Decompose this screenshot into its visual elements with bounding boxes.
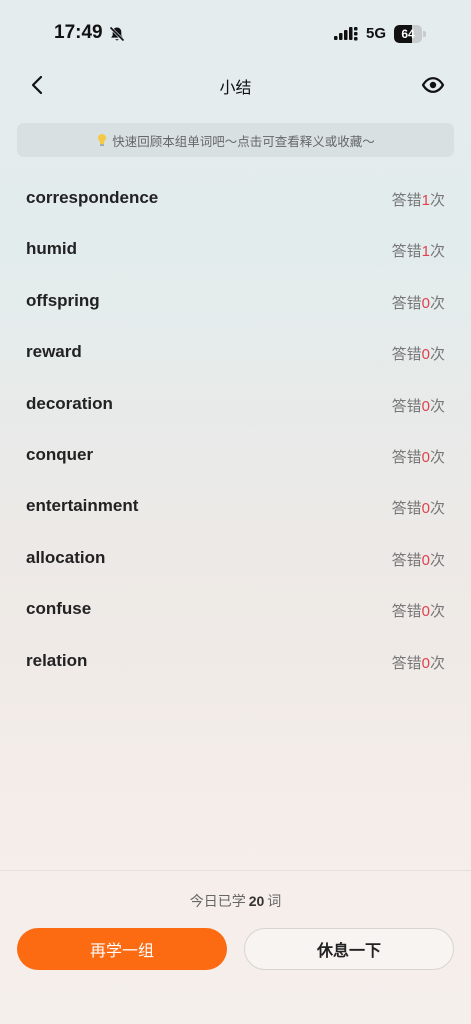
wrong-prefix: 答错 bbox=[391, 447, 422, 466]
wrong-suffix: 次 bbox=[429, 293, 445, 312]
word-text: humid bbox=[26, 239, 77, 259]
word-list: correspondence 答错1次 humid 答错1次 offspring 答错0次… bbox=[0, 174, 471, 688]
wrong-suffix: 次 bbox=[429, 653, 445, 672]
wrong-count: 0 bbox=[421, 603, 430, 621]
wrong-count: 1 bbox=[421, 243, 430, 261]
wrong-count: 0 bbox=[421, 500, 430, 518]
word-text: offspring bbox=[26, 290, 100, 310]
wrong-count-info: 答错0次 bbox=[392, 343, 445, 364]
status-time: 17:49 bbox=[54, 22, 103, 43]
word-row[interactable]: reward 答错0次 bbox=[0, 328, 471, 379]
take-a-break-button[interactable]: 休息一下 bbox=[244, 928, 454, 970]
word-row[interactable]: conquer 答错0次 bbox=[0, 431, 471, 482]
wrong-suffix: 次 bbox=[429, 345, 445, 364]
signal-icon bbox=[334, 27, 358, 41]
word-text: decoration bbox=[26, 393, 113, 413]
battery-level: 64 bbox=[401, 27, 415, 41]
wrong-prefix: 答错 bbox=[391, 396, 422, 415]
page-title: 小结 bbox=[219, 78, 252, 97]
wrong-prefix: 答错 bbox=[391, 345, 422, 364]
wrong-prefix: 答错 bbox=[391, 293, 422, 312]
bell-muted-icon bbox=[109, 26, 125, 42]
wrong-count-info: 答错0次 bbox=[392, 652, 445, 673]
word-text: conquer bbox=[26, 444, 94, 464]
stats-suffix: 词 bbox=[267, 894, 282, 910]
divider bbox=[0, 870, 471, 871]
status-bar: 17:49 5G 64 bbox=[0, 0, 471, 64]
word-text: allocation bbox=[26, 547, 106, 567]
word-text: entertainment bbox=[26, 496, 139, 516]
wrong-count-info: 答错0次 bbox=[392, 395, 445, 416]
hint-text: 快速回顾本组单词吧～点击可查看释义或收藏～ bbox=[112, 133, 375, 149]
wrong-prefix: 答错 bbox=[391, 550, 422, 569]
lightbulb-icon bbox=[98, 134, 107, 146]
wrong-prefix: 答错 bbox=[391, 602, 422, 621]
network-label: 5G bbox=[366, 25, 387, 42]
today-stats: 今日已学 20 词 bbox=[0, 891, 471, 911]
eye-icon bbox=[421, 77, 445, 93]
word-row[interactable]: relation 答错0次 bbox=[0, 637, 471, 688]
wrong-count: 0 bbox=[421, 448, 430, 466]
word-row[interactable]: entertainment 答错0次 bbox=[0, 482, 471, 533]
wrong-prefix: 答错 bbox=[391, 191, 422, 209]
word-row[interactable]: decoration 答错0次 bbox=[0, 380, 471, 431]
wrong-suffix: 次 bbox=[429, 191, 445, 209]
word-row[interactable]: offspring 答错0次 bbox=[0, 277, 471, 328]
wrong-count: 1 bbox=[421, 192, 430, 209]
wrong-count-info: 答错0次 bbox=[392, 292, 445, 313]
hint-banner: 快速回顾本组单词吧～点击可查看释义或收藏～ bbox=[17, 123, 454, 157]
word-text: correspondence bbox=[26, 188, 159, 207]
wrong-suffix: 次 bbox=[429, 550, 445, 569]
toggle-meaning-button[interactable] bbox=[418, 72, 448, 98]
wrong-count: 0 bbox=[421, 654, 430, 672]
wrong-suffix: 次 bbox=[429, 242, 445, 261]
wrong-count: 0 bbox=[421, 294, 430, 312]
word-text: reward bbox=[26, 342, 82, 362]
wrong-prefix: 答错 bbox=[391, 653, 422, 672]
wrong-count-info: 答错1次 bbox=[392, 240, 445, 261]
battery-icon: 64 bbox=[394, 25, 426, 43]
wrong-suffix: 次 bbox=[429, 499, 445, 518]
word-row[interactable]: allocation 答错0次 bbox=[0, 534, 471, 585]
wrong-count-info: 答错0次 bbox=[392, 497, 445, 518]
wrong-count-info: 答错0次 bbox=[392, 600, 445, 621]
learn-another-group-button[interactable]: 再学一组 bbox=[17, 928, 227, 970]
wrong-count: 0 bbox=[421, 397, 430, 415]
wrong-count: 0 bbox=[421, 346, 430, 364]
wrong-count: 0 bbox=[421, 551, 430, 569]
nav-bar: 小结 bbox=[0, 64, 471, 104]
wrong-suffix: 次 bbox=[429, 602, 445, 621]
wrong-prefix: 答错 bbox=[391, 499, 422, 518]
word-row[interactable]: humid 答错1次 bbox=[0, 225, 471, 276]
stats-prefix: 今日已学 bbox=[189, 894, 246, 910]
wrong-count-info: 答错1次 bbox=[392, 189, 445, 210]
wrong-prefix: 答错 bbox=[391, 242, 422, 261]
wrong-count-info: 答错0次 bbox=[392, 446, 445, 467]
stats-count: 20 bbox=[248, 893, 265, 909]
wrong-suffix: 次 bbox=[429, 447, 445, 466]
word-text: relation bbox=[26, 650, 88, 670]
word-row[interactable]: correspondence 答错1次 bbox=[0, 174, 471, 225]
wrong-suffix: 次 bbox=[429, 396, 445, 415]
wrong-count-info: 答错0次 bbox=[392, 549, 445, 570]
word-row[interactable]: confuse 答错0次 bbox=[0, 585, 471, 636]
word-text: confuse bbox=[26, 599, 92, 619]
